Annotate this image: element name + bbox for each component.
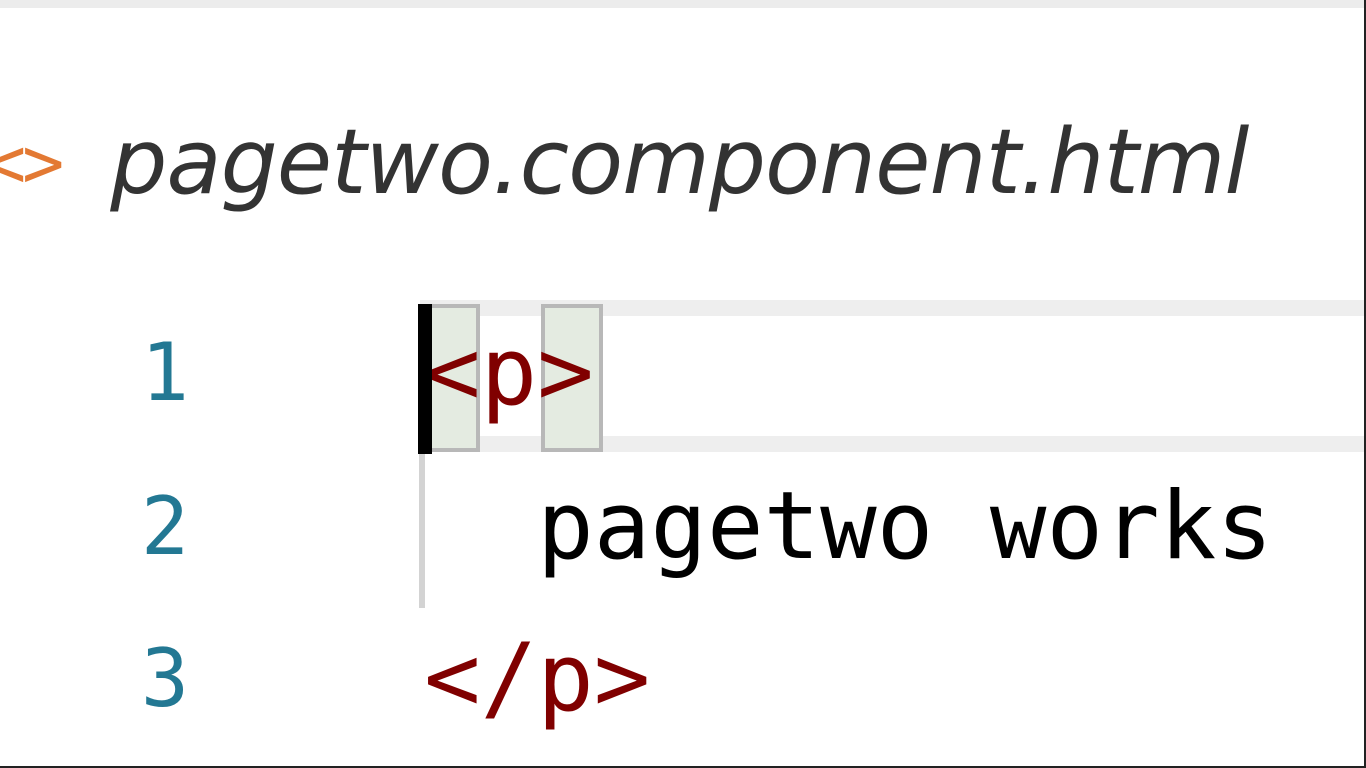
html-file-icon: <>	[0, 121, 64, 204]
code-text[interactable]: </p>	[424, 606, 650, 752]
code-line-2[interactable]: 2 pagetwo works	[0, 454, 1364, 600]
breadcrumb[interactable]: <> pagetwo.component.html	[0, 105, 1249, 220]
line-number: 2	[140, 480, 190, 573]
code-line-1[interactable]: 1 <p>	[0, 300, 1364, 454]
line-number: 1	[140, 326, 190, 419]
line-number: 3	[140, 632, 190, 725]
code-editor[interactable]: 1 <p> 2 pagetwo works 3 </p>	[0, 296, 1364, 766]
tag-close-bracket: >	[593, 624, 651, 733]
code-text[interactable]: <p>	[424, 300, 594, 446]
code-line-3[interactable]: 3 </p>	[0, 606, 1364, 752]
text-cursor	[418, 304, 432, 454]
editor-window: <> pagetwo.component.html 1 <p> 2 pagetw…	[0, 0, 1366, 768]
code-text[interactable]: pagetwo works	[424, 454, 1273, 600]
tag-close-bracket: >	[537, 318, 594, 427]
tag-name: p	[537, 624, 594, 733]
tab-bar-edge	[0, 0, 1364, 8]
tag-name: p	[480, 318, 538, 427]
tag-open-bracket: <	[424, 318, 481, 427]
tag-open-bracket: </	[424, 624, 538, 733]
breadcrumb-file-name[interactable]: pagetwo.component.html	[110, 117, 1249, 208]
